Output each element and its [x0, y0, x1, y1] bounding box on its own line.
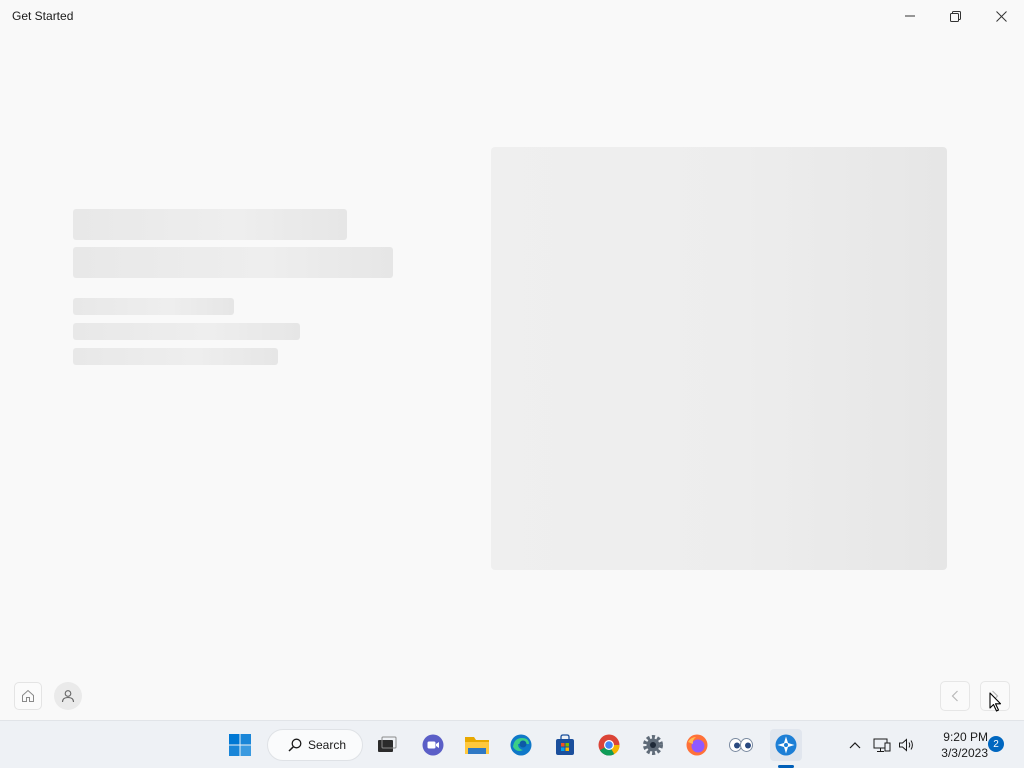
skeleton-text-line-2 [73, 323, 300, 340]
minimize-icon [905, 15, 915, 17]
firefox-button[interactable] [681, 729, 713, 761]
skeleton-heading-line-1 [73, 209, 347, 240]
network-button[interactable] [872, 735, 892, 755]
mouse-pointer-icon [989, 692, 1002, 717]
skeleton-hero-image [491, 147, 947, 570]
teams-chat-button[interactable] [417, 729, 449, 761]
window-title: Get Started [12, 9, 74, 23]
settings-button[interactable] [637, 729, 669, 761]
close-button[interactable] [978, 0, 1024, 32]
restore-button[interactable] [932, 0, 978, 32]
person-icon [61, 690, 75, 703]
previous-button[interactable] [940, 681, 970, 711]
accessibility-app-button[interactable] [725, 729, 757, 761]
chrome-button[interactable] [593, 729, 625, 761]
microsoft-store-button[interactable] [549, 729, 581, 761]
windows-logo-icon [229, 734, 251, 756]
gear-icon [643, 735, 663, 755]
account-button[interactable] [54, 682, 82, 710]
taskbar: Search 9:20 PM 3/3/2023 2 [0, 720, 1024, 768]
skeleton-heading-line-2 [73, 247, 393, 278]
folder-icon [465, 737, 489, 754]
clock-date: 3/3/2023 [941, 746, 988, 760]
chevron-up-icon [849, 742, 861, 749]
title-bar: Get Started [0, 0, 1024, 32]
task-view-icon [378, 736, 397, 752]
chevron-left-icon [951, 690, 958, 702]
taskbar-search[interactable]: Search [267, 729, 363, 761]
network-icon [873, 738, 891, 752]
firefox-icon [686, 734, 708, 756]
minimize-button[interactable] [887, 0, 933, 32]
search-icon [288, 738, 302, 752]
start-button[interactable] [224, 729, 256, 761]
teams-chat-icon [422, 734, 444, 756]
notification-badge[interactable]: 2 [988, 736, 1004, 752]
home-button[interactable] [14, 682, 42, 710]
file-explorer-button[interactable] [461, 729, 493, 761]
clock[interactable]: 9:20 PM 3/3/2023 [922, 729, 988, 761]
close-icon [995, 10, 1007, 22]
edge-icon [510, 734, 532, 756]
show-hidden-icons-button[interactable] [845, 735, 865, 755]
eyes-icon [729, 738, 753, 752]
get-started-icon [775, 734, 797, 756]
edge-button[interactable] [505, 729, 537, 761]
clock-time: 9:20 PM [943, 730, 988, 744]
task-view-button[interactable] [371, 729, 403, 761]
restore-icon [949, 10, 961, 22]
get-started-app-button[interactable] [770, 729, 802, 761]
store-icon [556, 734, 574, 755]
speaker-icon [899, 738, 913, 752]
skeleton-text-line-1 [73, 298, 234, 315]
skeleton-text-line-3 [73, 348, 278, 365]
volume-button[interactable] [897, 735, 917, 755]
home-icon [22, 689, 34, 702]
search-label: Search [308, 738, 347, 752]
chrome-icon [598, 734, 620, 756]
